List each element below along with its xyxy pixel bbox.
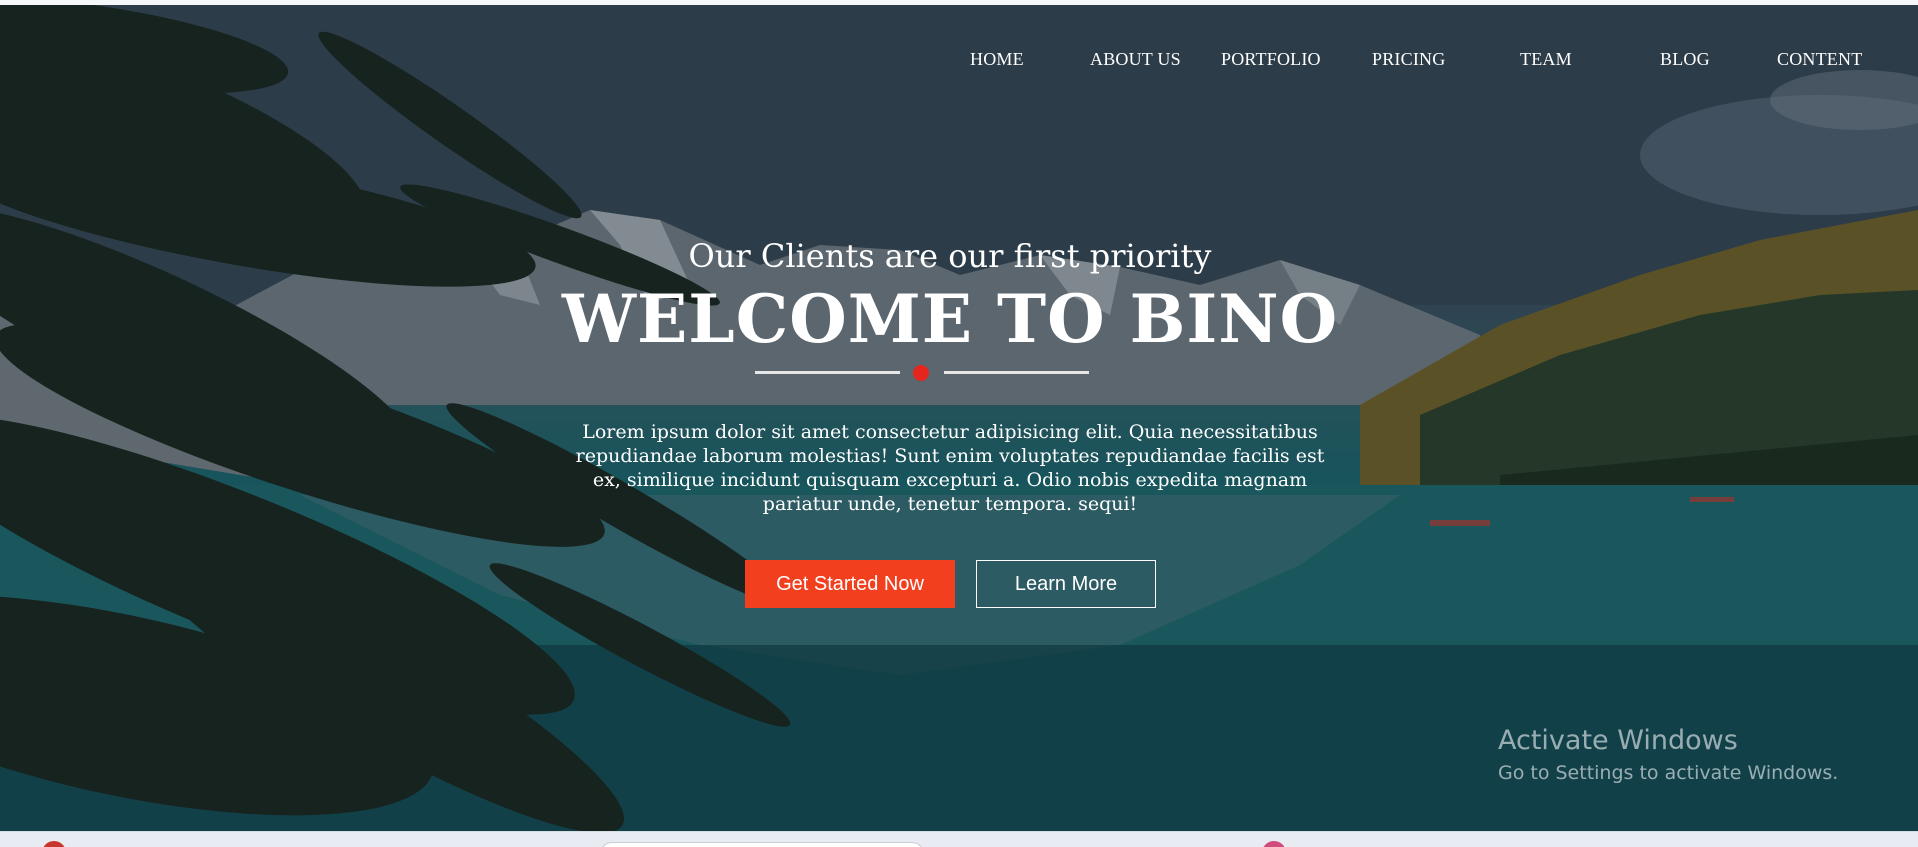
title-divider bbox=[755, 365, 1089, 381]
activate-windows-title: Activate Windows bbox=[1498, 725, 1738, 756]
hero-section: HOME ABOUT US PORTFOLIO PRICING TEAM BLO… bbox=[0, 5, 1918, 831]
main-navigation: HOME ABOUT US PORTFOLIO PRICING TEAM BLO… bbox=[0, 49, 1918, 79]
divider-line-left bbox=[755, 371, 900, 374]
nav-team-link[interactable]: TEAM bbox=[1520, 49, 1572, 70]
nav-blog-link[interactable]: BLOG bbox=[1660, 49, 1710, 70]
divider-dot bbox=[913, 365, 929, 381]
hero-tagline: Our Clients are our first priority bbox=[688, 237, 1212, 275]
taskbar-app-icon[interactable] bbox=[42, 841, 66, 847]
divider-line-right bbox=[944, 371, 1089, 374]
nav-portfolio-link[interactable]: PORTFOLIO bbox=[1221, 49, 1321, 70]
hero-dark-overlay bbox=[0, 5, 1918, 831]
nav-content-link[interactable]: CONTENT bbox=[1777, 49, 1862, 70]
taskbar-app-icon-2[interactable] bbox=[1262, 841, 1286, 847]
nav-pricing-link[interactable]: PRICING bbox=[1372, 49, 1445, 70]
nav-about-us-link[interactable]: ABOUT US bbox=[1090, 49, 1181, 70]
get-started-button[interactable]: Get Started Now bbox=[745, 560, 955, 608]
activate-windows-subtitle: Go to Settings to activate Windows. bbox=[1498, 762, 1839, 784]
hero-headline: WELCOME TO BINO bbox=[561, 280, 1339, 358]
browser-viewport: HOME ABOUT US PORTFOLIO PRICING TEAM BLO… bbox=[0, 0, 1918, 847]
taskbar bbox=[0, 831, 1918, 847]
learn-more-button[interactable]: Learn More bbox=[976, 560, 1156, 608]
nav-home-link[interactable]: HOME bbox=[970, 49, 1024, 70]
taskbar-search-box[interactable] bbox=[600, 842, 924, 847]
hero-description: Lorem ipsum dolor sit amet consectetur a… bbox=[575, 421, 1325, 515]
activate-windows-watermark: Activate Windows Go to Settings to activ… bbox=[1498, 723, 1838, 787]
